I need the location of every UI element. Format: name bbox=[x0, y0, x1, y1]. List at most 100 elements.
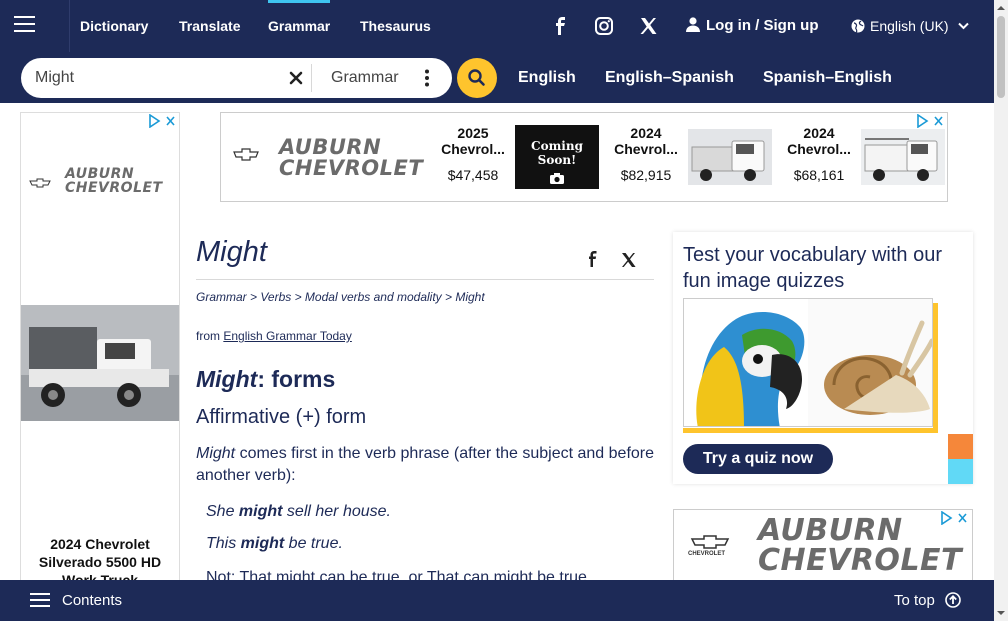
instagram-icon[interactable] bbox=[594, 16, 614, 36]
left-sidebar-ad[interactable]: AUBURN CHEVROLET 2024 Chevrolet Silverad… bbox=[20, 112, 180, 582]
x-twitter-icon[interactable] bbox=[638, 16, 658, 36]
car-year: 2024 bbox=[630, 125, 662, 141]
scrollbar-thumb[interactable] bbox=[997, 16, 1005, 98]
scroll-up-arrow-icon[interactable] bbox=[994, 1, 1008, 15]
heading-word: Might bbox=[196, 366, 258, 392]
quiz-accent bbox=[683, 428, 938, 433]
clear-search-icon[interactable] bbox=[287, 69, 305, 87]
facebook-share-icon[interactable] bbox=[584, 250, 602, 268]
login-label: Log in / Sign up bbox=[706, 17, 819, 34]
nav-thesaurus[interactable]: Thesaurus bbox=[360, 0, 431, 52]
coming-soon-image: Coming Soon! bbox=[515, 125, 599, 189]
example-post: be true. bbox=[284, 535, 343, 552]
decorative-square bbox=[948, 459, 973, 484]
x-share-icon[interactable] bbox=[620, 251, 638, 269]
try-quiz-button[interactable]: Try a quiz now bbox=[683, 444, 833, 474]
title-divider bbox=[196, 279, 654, 280]
car-name: Chevrol... bbox=[787, 141, 851, 157]
user-icon bbox=[686, 17, 700, 32]
search-input[interactable] bbox=[35, 66, 275, 90]
car-year: 2024 bbox=[803, 125, 835, 141]
chevron-down-icon bbox=[958, 22, 970, 30]
arrow-up-circle-icon bbox=[945, 592, 961, 608]
menu-icon-bar bbox=[14, 23, 35, 25]
bowtie-label: CHEVROLET bbox=[688, 551, 726, 557]
dict-link-spanish-english[interactable]: Spanish–English bbox=[763, 52, 892, 103]
auburn-chevrolet-logo: AUBURN CHEVROLET bbox=[758, 516, 962, 576]
para-rest: comes first in the verb phrase (after th… bbox=[196, 445, 655, 484]
brand-line-2: CHEVROLET bbox=[65, 180, 163, 196]
example-sentence: This might be true. bbox=[206, 535, 343, 553]
adchoices-icon[interactable] bbox=[916, 114, 946, 128]
contents-label: Contents bbox=[62, 592, 123, 609]
camera-icon bbox=[550, 173, 564, 184]
quiz-image[interactable] bbox=[683, 298, 933, 427]
to-top-label: To top bbox=[894, 592, 935, 609]
to-top-button[interactable]: To top bbox=[894, 580, 961, 621]
car-price: $68,161 bbox=[793, 167, 845, 183]
more-options-icon[interactable] bbox=[417, 68, 437, 88]
auburn-chevrolet-logo: AUBURN CHEVROLET bbox=[65, 167, 163, 195]
example-pre: She bbox=[206, 503, 239, 520]
nav-dictionary[interactable]: Dictionary bbox=[80, 0, 148, 52]
brand-line-2: CHEVROLET bbox=[279, 156, 424, 180]
left-ad-caption: 2024 Chevrolet Silverado 5500 HD Work Tr… bbox=[38, 536, 162, 582]
language-label: English (UK) bbox=[870, 18, 949, 34]
truck-thumbnail bbox=[688, 129, 772, 185]
car-name: Chevrol... bbox=[441, 141, 505, 157]
right-sidebar-ad[interactable]: CHEVROLET AUBURN CHEVROLET bbox=[673, 509, 973, 584]
page-scrollbar[interactable] bbox=[994, 0, 1008, 621]
chevrolet-bowtie-logo bbox=[233, 148, 259, 161]
example-bold: might bbox=[240, 535, 285, 552]
brand-line-1: AUBURN bbox=[65, 166, 135, 182]
login-signup-link[interactable]: Log in / Sign up bbox=[686, 0, 818, 52]
body-paragraph: Might comes first in the verb phrase (af… bbox=[196, 443, 658, 487]
auburn-chevrolet-logo: AUBURN CHEVROLET bbox=[279, 137, 423, 179]
example-bold: might bbox=[238, 503, 283, 520]
para-word: Might bbox=[196, 445, 236, 462]
source-line: from English Grammar Today bbox=[196, 329, 352, 343]
nav-translate[interactable]: Translate bbox=[179, 0, 240, 52]
adchoices-icon[interactable] bbox=[148, 114, 178, 128]
ad-car-2[interactable]: 2024 Chevrol... $82,915 bbox=[601, 113, 691, 183]
car-name: Chevrol... bbox=[614, 141, 678, 157]
search-box: Grammar bbox=[21, 58, 452, 98]
dictionary-selector[interactable]: Grammar bbox=[331, 58, 399, 98]
ad-car-3[interactable]: 2024 Chevrol... $68,161 bbox=[774, 113, 864, 183]
quiz-title: Test your vocabulary with our fun image … bbox=[683, 244, 943, 292]
contents-button[interactable]: Contents bbox=[30, 580, 122, 621]
coming-soon-label: Coming Soon! bbox=[531, 139, 583, 167]
car-year: 2025 bbox=[457, 125, 489, 141]
language-selector[interactable]: English (UK) bbox=[851, 0, 970, 52]
bottom-bar: Contents To top bbox=[0, 580, 994, 621]
menu-button[interactable] bbox=[0, 0, 70, 52]
parrot-and-snail-image bbox=[684, 299, 932, 426]
quiz-accent bbox=[933, 303, 938, 433]
menu-icon bbox=[30, 593, 50, 607]
car-price: $82,915 bbox=[620, 167, 672, 183]
decorative-square bbox=[948, 434, 973, 459]
page-title: Might bbox=[196, 236, 267, 268]
top-banner-ad[interactable]: AUBURN CHEVROLET 2025 Chevrol... $47,458… bbox=[220, 112, 948, 202]
breadcrumb[interactable]: Grammar > Verbs > Modal verbs and modali… bbox=[196, 290, 485, 304]
dict-link-english-spanish[interactable]: English–Spanish bbox=[605, 52, 734, 103]
search-button[interactable] bbox=[457, 58, 497, 98]
example-post: sell her house. bbox=[282, 503, 391, 520]
nav-grammar[interactable]: Grammar bbox=[268, 0, 330, 52]
source-link[interactable]: English Grammar Today bbox=[223, 329, 352, 343]
truck-image bbox=[21, 305, 179, 421]
menu-icon-bar bbox=[14, 30, 35, 32]
example-sentence: She might sell her house. bbox=[206, 503, 391, 521]
brand-line-2: CHEVROLET bbox=[758, 543, 963, 578]
truck-thumbnail bbox=[861, 129, 945, 185]
ad-car-1[interactable]: 2025 Chevrol... $47,458 bbox=[428, 113, 518, 183]
dict-link-english[interactable]: English bbox=[518, 52, 576, 103]
source-prefix: from bbox=[196, 329, 220, 343]
section-heading: Might: forms bbox=[196, 366, 335, 393]
scroll-down-arrow-icon[interactable] bbox=[994, 606, 1008, 620]
search-divider bbox=[311, 64, 312, 92]
facebook-icon[interactable] bbox=[551, 16, 571, 36]
brand-line-1: AUBURN bbox=[758, 513, 903, 548]
car-price: $47,458 bbox=[447, 167, 499, 183]
brand-line-1: AUBURN bbox=[279, 135, 382, 159]
